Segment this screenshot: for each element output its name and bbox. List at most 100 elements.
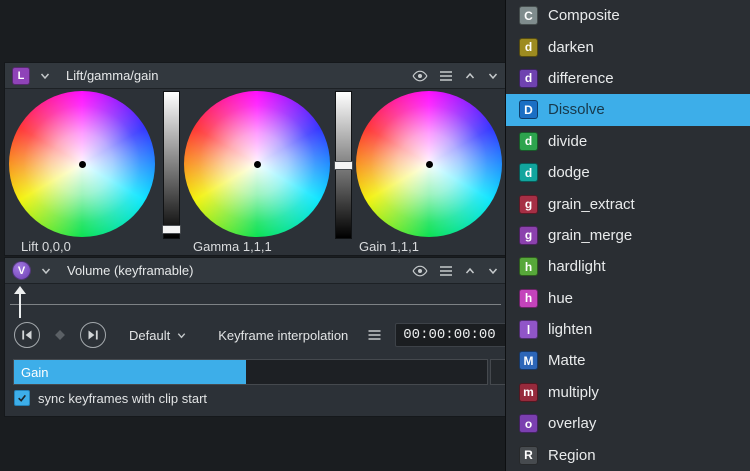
blend-mode-option[interactable]: g grain_merge (506, 220, 750, 251)
previous-keyframe-button[interactable] (14, 322, 40, 348)
blend-mode-option-label: overlay (548, 415, 596, 432)
lift-wheel-cursor[interactable] (79, 161, 86, 168)
gain-slider-fill (14, 360, 246, 384)
chevron-down-icon[interactable] (487, 70, 499, 82)
lift-level-slider[interactable] (163, 91, 180, 239)
eye-icon[interactable] (412, 68, 428, 84)
blend-mode-icon: d (519, 132, 538, 151)
kdenlive-effects-screen: L Lift/gamma/gain (0, 0, 750, 471)
blend-mode-option[interactable]: d difference (506, 63, 750, 94)
blend-mode-option-label: multiply (548, 384, 599, 401)
gain-slider-label: Gain (21, 360, 48, 384)
blend-mode-icon: M (519, 351, 538, 370)
volume-panel: V Volume (keyframable) (4, 257, 507, 417)
blend-mode-option[interactable]: o overlay (506, 408, 750, 439)
blend-mode-icon: d (519, 69, 538, 88)
lift-level-handle[interactable] (162, 225, 181, 234)
sync-keyframes-row: sync keyframes with clip start (14, 390, 207, 406)
chevron-down-icon[interactable] (487, 265, 499, 277)
sync-keyframes-checkbox[interactable] (14, 390, 30, 406)
lift-value-label: Lift 0,0,0 (21, 239, 71, 254)
gain-wheel-cursor[interactable] (426, 161, 433, 168)
sync-keyframes-label[interactable]: sync keyframes with clip start (38, 391, 207, 406)
blend-mode-option-label: lighten (548, 321, 592, 338)
blend-mode-icon: h (519, 289, 538, 308)
blend-mode-option[interactable]: m multiply (506, 377, 750, 408)
keyframe-ruler[interactable] (5, 285, 506, 319)
gain-value-label: Gain 1,1,1 (359, 239, 419, 254)
blend-mode-icon: C (519, 6, 538, 25)
preset-select[interactable]: Default (129, 328, 187, 343)
blend-mode-option-label: dodge (548, 164, 590, 181)
blend-mode-list: C Composite d darken d difference D Diss… (505, 0, 750, 471)
check-icon (17, 393, 27, 403)
blend-mode-option-label: grain_extract (548, 196, 635, 213)
blend-mode-option[interactable]: h hardlight (506, 251, 750, 282)
playhead-marker[interactable] (14, 286, 26, 319)
preset-select-value: Default (129, 328, 170, 343)
blend-mode-icon: m (519, 383, 538, 402)
volume-panel-header: V Volume (keyframable) (5, 258, 506, 284)
blend-mode-icon: g (519, 195, 538, 214)
lift-panel-header: L Lift/gamma/gain (5, 63, 506, 89)
gamma-level-slider[interactable] (335, 91, 352, 239)
blend-mode-option[interactable]: h hue (506, 283, 750, 314)
blend-mode-option[interactable]: M Matte (506, 345, 750, 376)
menu-icon[interactable] (439, 265, 453, 277)
timecode-input[interactable]: 00:00:00:00 (395, 323, 507, 347)
blend-mode-option-label: Matte (548, 352, 586, 369)
panel-header-actions (412, 258, 499, 283)
blend-mode-option[interactable]: C Composite (506, 0, 750, 31)
blend-mode-option[interactable]: g grain_extract (506, 188, 750, 219)
chevron-up-icon[interactable] (464, 265, 476, 277)
collapse-chevron-icon[interactable] (40, 265, 52, 277)
gain-slider[interactable]: Gain (13, 359, 488, 385)
interpolation-menu-icon[interactable] (367, 329, 382, 341)
gamma-value-label: Gamma 1,1,1 (193, 239, 272, 254)
ruler-line (10, 304, 501, 305)
blend-mode-option[interactable]: d dodge (506, 157, 750, 188)
blend-mode-icon: l (519, 320, 538, 339)
blend-mode-icon: D (519, 100, 538, 119)
blend-mode-icon: d (519, 38, 538, 57)
blend-mode-option-label: hue (548, 290, 573, 307)
blend-mode-option[interactable]: d darken (506, 31, 750, 62)
blend-mode-icon: o (519, 414, 538, 433)
effect-badge-icon: L (12, 67, 30, 85)
gamma-level-handle[interactable] (334, 161, 353, 170)
gain-color-wheel[interactable] (356, 91, 502, 237)
lift-gamma-gain-panel: L Lift/gamma/gain (4, 62, 507, 256)
panel-header-actions (412, 63, 499, 88)
blend-mode-option[interactable]: R Region (506, 439, 750, 470)
blend-mode-icon: h (519, 257, 538, 276)
blend-mode-option-label: divide (548, 133, 587, 150)
menu-icon[interactable] (439, 70, 453, 82)
keyframe-interpolation-label: Keyframe interpolation (218, 328, 348, 343)
blend-mode-option-label: Region (548, 447, 596, 464)
add-keyframe-button[interactable] (51, 326, 69, 344)
blend-mode-option-label: Composite (548, 7, 620, 24)
blend-mode-option-label: darken (548, 39, 594, 56)
chevron-up-icon[interactable] (464, 70, 476, 82)
collapse-chevron-icon[interactable] (39, 70, 51, 82)
blend-mode-option-label: difference (548, 70, 614, 87)
blend-mode-option[interactable]: D Dissolve (506, 94, 750, 125)
next-keyframe-button[interactable] (80, 322, 106, 348)
blend-mode-option-label: grain_merge (548, 227, 632, 244)
chevron-down-icon (176, 330, 187, 341)
gamma-color-wheel[interactable] (184, 91, 330, 237)
blend-mode-option[interactable]: d divide (506, 126, 750, 157)
gamma-wheel-cursor[interactable] (254, 161, 261, 168)
blend-mode-icon: d (519, 163, 538, 182)
panel-title: Volume (keyframable) (67, 263, 193, 278)
blend-mode-icon: g (519, 226, 538, 245)
lift-color-wheel[interactable] (9, 91, 155, 237)
blend-mode-option[interactable]: l lighten (506, 314, 750, 345)
effect-badge-icon: V (12, 261, 31, 280)
panel-title: Lift/gamma/gain (66, 68, 159, 83)
blend-mode-icon: R (519, 446, 538, 465)
keyframe-toolbar: Default Keyframe interpolation 00:00:00:… (5, 321, 507, 349)
blend-mode-option-label: hardlight (548, 258, 606, 275)
eye-icon[interactable] (412, 263, 428, 279)
blend-mode-option-label: Dissolve (548, 101, 605, 118)
